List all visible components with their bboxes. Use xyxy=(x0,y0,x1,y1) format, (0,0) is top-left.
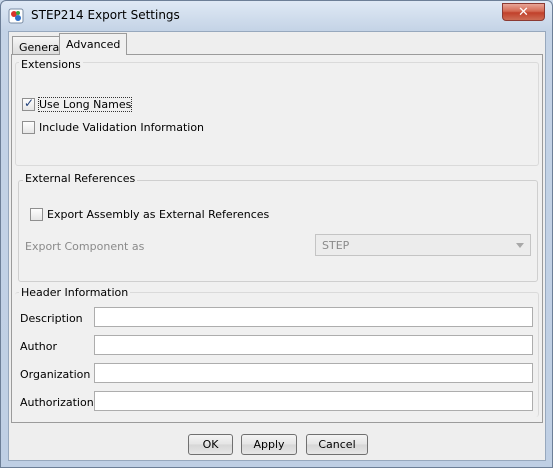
app-icon xyxy=(8,8,24,24)
use-long-names-row[interactable]: Use Long Names xyxy=(22,96,133,112)
ok-button[interactable]: OK xyxy=(188,434,233,455)
apply-button-label: Apply xyxy=(253,438,285,451)
description-field[interactable] xyxy=(94,307,533,327)
ok-button-label: OK xyxy=(202,438,219,451)
chevron-down-icon xyxy=(516,243,524,248)
header-information-group-title: Header Information xyxy=(19,286,131,299)
advanced-tab-panel: Extensions Use Long Names Include Valida… xyxy=(11,54,543,423)
close-icon: ✕ xyxy=(518,4,529,20)
tab-advanced-label: Advanced xyxy=(66,38,121,51)
description-label: Description xyxy=(20,312,83,325)
export-assembly-checkbox[interactable] xyxy=(30,208,43,221)
dialog-client-area: General Advanced Extensions Use Long Nam… xyxy=(8,31,546,461)
external-references-group xyxy=(18,180,538,282)
dialog-window: STEP214 Export Settings ✕ General Advanc… xyxy=(0,0,553,468)
organization-label: Organization xyxy=(20,368,91,381)
export-assembly-row[interactable]: Export Assembly as External References xyxy=(30,208,269,221)
cancel-button-label: Cancel xyxy=(318,438,356,451)
tab-general-label: General xyxy=(19,41,63,54)
authorization-field[interactable] xyxy=(94,391,533,411)
authorization-label: Authorization xyxy=(20,396,94,409)
tab-advanced[interactable]: Advanced xyxy=(59,33,128,55)
apply-button[interactable]: Apply xyxy=(241,434,297,455)
include-validation-label: Include Validation Information xyxy=(39,121,205,134)
extensions-group-title: Extensions xyxy=(19,58,83,71)
export-component-value: STEP xyxy=(322,239,350,252)
window-title: STEP214 Export Settings xyxy=(31,8,180,22)
use-long-names-checkbox[interactable] xyxy=(22,96,35,111)
extensions-group xyxy=(15,62,539,166)
export-assembly-label: Export Assembly as External References xyxy=(47,208,270,221)
export-component-select[interactable]: STEP xyxy=(315,234,531,256)
external-references-group-title: External References xyxy=(23,172,138,185)
include-validation-row[interactable]: Include Validation Information xyxy=(22,121,204,134)
title-bar[interactable]: STEP214 Export Settings ✕ xyxy=(1,1,552,31)
author-label: Author xyxy=(20,340,58,353)
use-long-names-label: Use Long Names xyxy=(37,97,133,112)
close-button[interactable]: ✕ xyxy=(502,3,545,21)
cancel-button[interactable]: Cancel xyxy=(306,434,368,455)
include-validation-checkbox[interactable] xyxy=(22,121,35,134)
export-component-label: Export Component as xyxy=(25,240,145,253)
author-field[interactable] xyxy=(94,335,533,355)
organization-field[interactable] xyxy=(94,363,533,383)
